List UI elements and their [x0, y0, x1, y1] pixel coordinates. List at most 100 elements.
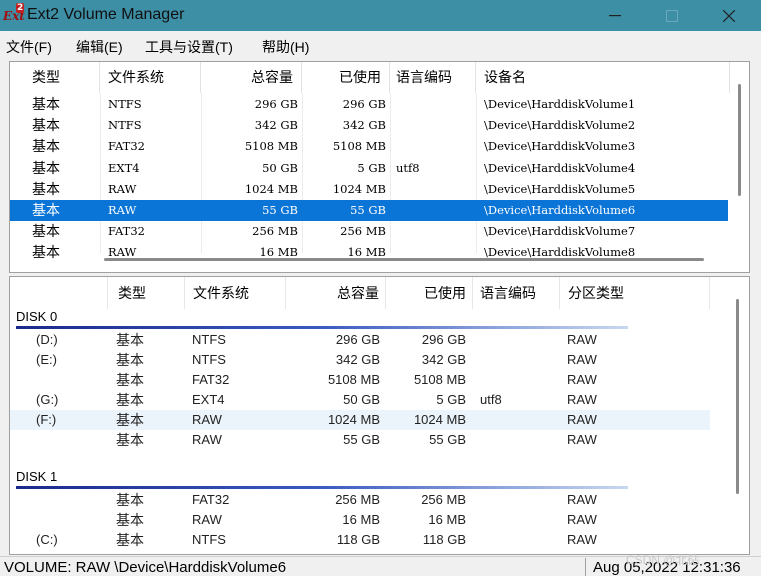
partition-cell-used: 55 GB	[429, 432, 466, 447]
partition-row[interactable]: 基本 FAT32 256 MB 256 MB RAW	[10, 490, 710, 510]
partition-cell-type: 基本	[116, 532, 144, 548]
partition-cell-total: 256 MB	[335, 492, 380, 507]
volume-list[interactable]: 类型 文件系统 总容量 已使用 语言编码 设备名 基本 NTFS 296 GB 296…	[9, 61, 750, 273]
volume-cell-used: 296 GB	[342, 97, 386, 111]
partition-cell-total: 296 GB	[335, 332, 380, 347]
disk-col-header-total[interactable]: 总容量	[286, 277, 386, 309]
disk-divider	[16, 326, 628, 329]
window-title: Ext2 Volume Manager	[27, 6, 185, 23]
partition-cell-ptype: RAW	[567, 392, 597, 407]
partition-cell-codepage: utf8	[480, 392, 502, 407]
partition-cell-total: 55 GB	[343, 432, 380, 447]
volume-list-hscrollbar[interactable]	[104, 258, 704, 261]
menu-help[interactable]: 帮助(H)	[262, 37, 309, 57]
partition-cell-type: 基本	[116, 512, 144, 528]
volume-cell-device: \Device\HarddiskVolume4	[484, 160, 636, 175]
volume-cell-total: 50 GB	[262, 160, 298, 175]
partition-cell-type: 基本	[116, 392, 144, 408]
volume-cell-device: \Device\HarddiskVolume2	[484, 118, 636, 133]
partition-row[interactable]: (C:) 基本 NTFS 118 GB 118 GB RAW	[10, 530, 710, 550]
volume-row[interactable]: 基本 FAT32 5108 MB 5108 MB \Device\HarddiskVol…	[10, 136, 728, 157]
minimize-icon	[609, 14, 621, 16]
partition-cell-ptype: RAW	[567, 352, 597, 367]
col-header-codepage[interactable]: 语言编码	[390, 62, 476, 93]
disk-label[interactable]: DISK 0	[16, 309, 57, 324]
volume-row[interactable]: 基本 EXT4 50 GB 5 GB utf8 \Device\HarddiskVolum…	[10, 158, 728, 179]
volume-cell-total: 342 GB	[254, 118, 298, 133]
disk-pane[interactable]: 类型 文件系统 总容量 已使用 语言编码 分区类型 DISK 0 (D:) 基本 NT…	[9, 276, 750, 555]
volume-cell-device: \Device\HarddiskVolume3	[484, 139, 636, 154]
volume-cell-used: 5 GB	[357, 160, 386, 175]
col-header-device[interactable]: 设备名	[476, 62, 730, 93]
col-header-used[interactable]: 已使用	[302, 62, 390, 93]
close-icon	[723, 9, 735, 22]
scroll-thumb[interactable]	[738, 84, 741, 196]
volume-cell-type: 基本	[32, 180, 60, 197]
partition-cell-total: 1024 MB	[327, 412, 380, 427]
partition-row[interactable]: (F:) 基本 RAW 1024 MB 1024 MB RAW	[10, 410, 710, 430]
partition-cell-drive: (G:)	[36, 392, 59, 407]
partition-cell-fs: RAW	[192, 512, 222, 527]
menu-tools-settings[interactable]: 工具与设置(T)	[145, 37, 233, 57]
partition-cell-ptype: RAW	[567, 372, 597, 387]
partition-cell-fs: NTFS	[192, 352, 226, 367]
disk-col-header-codepage[interactable]: 语言编码	[473, 277, 560, 309]
volume-row[interactable]: 基本 NTFS 296 GB 296 GB \Device\HarddiskVolume…	[10, 94, 728, 115]
partition-cell-type: 基本	[116, 412, 144, 428]
partition-row[interactable]: (E:) 基本 NTFS 342 GB 342 GB RAW	[10, 350, 710, 370]
disk-col-header-used[interactable]: 已使用	[386, 277, 473, 309]
partition-cell-fs: FAT32	[192, 372, 230, 387]
partition-cell-drive: (C:)	[36, 532, 58, 547]
menu-file[interactable]: 文件(F)	[6, 37, 52, 57]
partition-cell-used: 5 GB	[436, 392, 466, 407]
volume-cell-type: 基本	[32, 117, 60, 134]
volume-list-vscrollbar[interactable]	[730, 62, 749, 272]
close-button[interactable]	[701, 0, 757, 31]
disk-col-header-ptype[interactable]: 分区类型	[560, 277, 710, 309]
volume-row[interactable]: 基本 RAW 55 GB 55 GB \Device\HarddiskVolume6	[10, 200, 728, 221]
partition-cell-fs: RAW	[192, 412, 222, 427]
disk-col-header-type[interactable]: 类型	[108, 277, 185, 309]
partition-row[interactable]: 基本 RAW 16 MB 16 MB RAW	[10, 510, 710, 530]
menu-bar: 文件(F) 编辑(E) 工具与设置(T) 帮助(H)	[0, 31, 761, 58]
disk-label[interactable]: DISK 1	[16, 469, 57, 484]
volume-row[interactable]: 基本 NTFS 342 GB 342 GB \Device\HarddiskVolume…	[10, 115, 728, 136]
partition-cell-fs: NTFS	[192, 332, 226, 347]
partition-row[interactable]: (G:) 基本 EXT4 50 GB 5 GB utf8 RAW	[10, 390, 710, 410]
partition-row[interactable]: 基本 FAT32 5108 MB 5108 MB RAW	[10, 370, 710, 390]
partition-row[interactable]: 基本 RAW 55 GB 55 GB RAW	[10, 430, 710, 450]
volume-cell-type: 基本	[32, 244, 60, 261]
volume-cell-device: \Device\HarddiskVolume1	[484, 97, 636, 111]
partition-cell-total: 5108 MB	[327, 372, 380, 387]
maximize-button[interactable]	[644, 0, 700, 31]
col-header-type[interactable]: 类型	[10, 62, 100, 93]
partition-cell-total: 118 GB	[336, 532, 380, 547]
partition-cell-used: 118 GB	[422, 532, 466, 547]
volume-cell-total: 296 GB	[254, 97, 298, 111]
volume-cell-device: \Device\HarddiskVolume5	[484, 181, 636, 196]
partition-cell-ptype: RAW	[567, 432, 597, 447]
disk-col-header-fs[interactable]: 文件系统	[185, 277, 286, 309]
menu-edit[interactable]: 编辑(E)	[76, 37, 123, 57]
volume-cell-fs: NTFS	[108, 97, 142, 111]
partition-row[interactable]: (D:) 基本 NTFS 296 GB 296 GB RAW	[10, 330, 710, 350]
scroll-thumb[interactable]	[736, 299, 739, 494]
disk-col-header-blank	[10, 277, 108, 309]
volume-cell-fs: FAT32	[108, 224, 145, 239]
partition-cell-used: 256 MB	[421, 492, 466, 507]
partition-cell-ptype: RAW	[567, 412, 597, 427]
partition-cell-type: 基本	[116, 492, 144, 508]
col-header-total[interactable]: 总容量	[201, 62, 302, 93]
volume-cell-type: 基本	[32, 138, 60, 155]
partition-cell-total: 342 GB	[335, 352, 380, 367]
partition-cell-drive: (D:)	[36, 332, 58, 347]
volume-cell-type: 基本	[32, 223, 60, 240]
col-header-fs[interactable]: 文件系统	[100, 62, 201, 93]
minimize-button[interactable]	[587, 0, 643, 31]
partition-cell-type: 基本	[116, 372, 144, 388]
volume-row[interactable]: 基本 RAW 1024 MB 1024 MB \Device\HarddiskVolum…	[10, 179, 728, 200]
volume-cell-used: 5108 MB	[332, 139, 386, 154]
volume-cell-total: 5108 MB	[244, 139, 298, 154]
title-bar: Ext 2 Ext2 Volume Manager	[0, 0, 761, 31]
volume-row[interactable]: 基本 FAT32 256 MB 256 MB \Device\HarddiskVolum…	[10, 221, 728, 242]
